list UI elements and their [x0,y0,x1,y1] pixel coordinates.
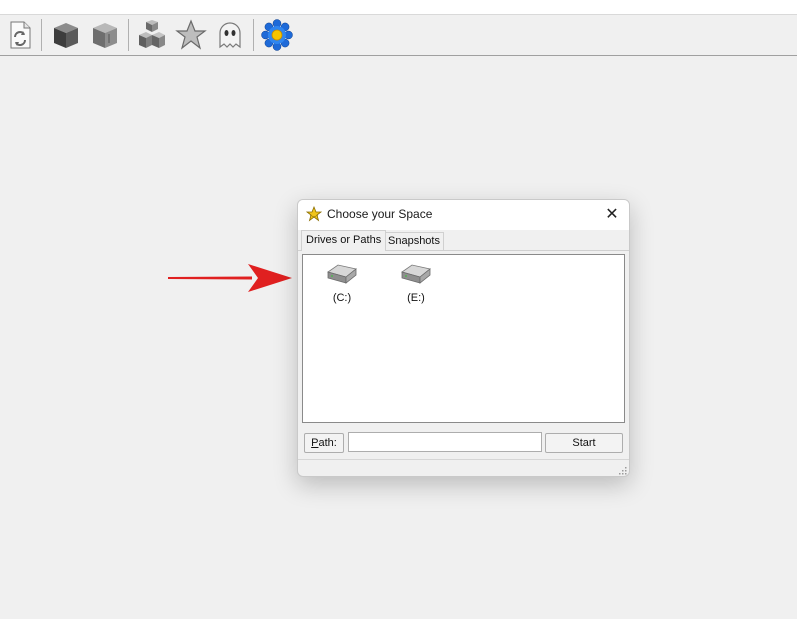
ghost-icon [219,22,241,49]
dialog-statusbar [298,459,629,476]
dialog-titlebar[interactable]: Choose your Space ✕ [298,200,629,230]
hard-drive-icon [327,264,357,284]
path-button[interactable]: Path: [304,433,344,453]
toolbar-separator [41,19,42,51]
toolbar-separator [253,19,254,51]
drive-list[interactable]: (C:) (E:) [302,254,625,423]
window-top-strip [0,0,797,15]
close-button[interactable]: ✕ [601,204,623,224]
hard-drive-icon [401,264,431,284]
dialog-title: Choose your Space [327,207,433,221]
refresh-document-icon [10,21,31,49]
cubes-icon [139,20,165,48]
annotation-arrow [168,264,292,292]
choose-space-dialog: Choose your Space ✕ Drives or Paths Snap… [297,199,630,477]
tab-drives-or-paths[interactable]: Drives or Paths [301,230,387,251]
dark-cube-button[interactable] [50,19,82,51]
star-icon [175,19,207,50]
resize-grip-icon[interactable] [617,465,627,475]
toolbar [0,15,797,56]
path-input[interactable] [348,432,542,452]
dark-cube-icon [54,23,78,48]
star-button[interactable] [175,19,207,51]
start-button[interactable]: Start [545,433,623,453]
blue-flower-button[interactable] [261,19,293,51]
tab-snapshots[interactable]: Snapshots [384,232,444,251]
drive-item-e[interactable]: (E:) [386,261,446,304]
gray-cube-button[interactable] [89,19,121,51]
refresh-document-button[interactable] [4,19,36,51]
cubes-button[interactable] [136,19,168,51]
ghost-button[interactable] [214,19,246,51]
toolbar-separator [128,19,129,51]
puzzle-star-icon [306,206,322,222]
drive-item-c[interactable]: (C:) [312,261,372,304]
drive-label: (C:) [332,292,352,304]
blue-flower-icon [261,19,293,51]
drive-label: (E:) [407,292,425,304]
path-label-rest: ath: [318,437,337,449]
gray-cube-icon [93,23,117,48]
